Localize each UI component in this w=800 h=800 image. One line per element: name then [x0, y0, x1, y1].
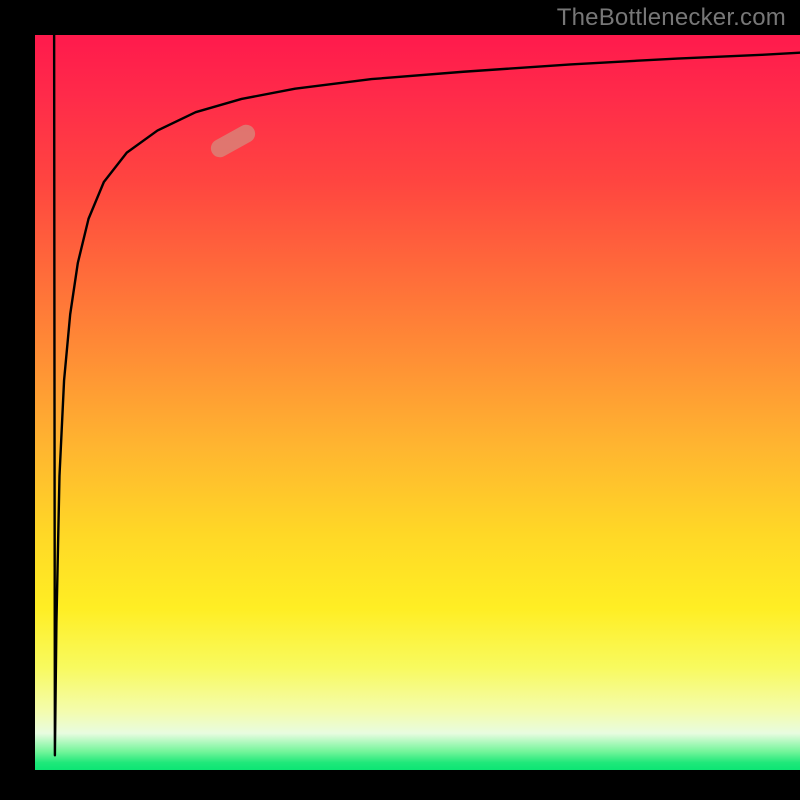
plot-area	[35, 35, 800, 770]
watermark-text: TheBottlenecker.com	[557, 4, 786, 32]
bottleneck-curve	[35, 35, 800, 770]
